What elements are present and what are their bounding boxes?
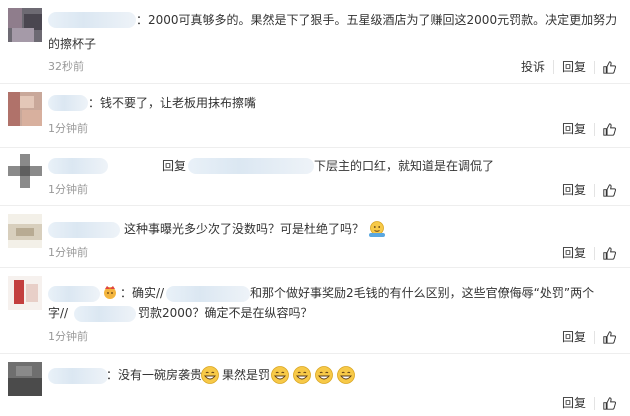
username-redacted[interactable] <box>48 158 108 174</box>
reply-button[interactable]: 回复 <box>554 330 594 344</box>
comment-text: ：2000可真够多的。果然是下了狠手。五星级酒店为了赚回这2000元罚款。决定更… <box>136 13 618 27</box>
comment-text: 果然是罚 <box>222 368 271 382</box>
username-redacted[interactable] <box>48 286 100 302</box>
grin-emoji <box>337 366 355 384</box>
username-redacted[interactable] <box>166 286 250 302</box>
avatar[interactable] <box>8 8 42 42</box>
thumbs-up-icon <box>603 330 616 344</box>
comment-item: 回复 下层主的口红，就知道是在调侃了 1分钟前 回复 <box>0 148 630 206</box>
reply-button[interactable]: 回复 <box>554 246 594 260</box>
comment-actions: 回复 <box>554 330 616 344</box>
comment-item: ：确实// 和那个做好事奖励2毛钱的有什么区别，这些官僚侮辱“处罚”两个 字//… <box>0 268 630 354</box>
username-redacted[interactable] <box>48 12 136 28</box>
comment-time: 32秒前 <box>48 60 84 73</box>
reply-button[interactable]: 回复 <box>552 60 594 74</box>
comment-item: ：钱不要了，让老板用抹布擦嘴 1分钟前 回复 <box>0 84 630 148</box>
comment-text-continued: 字// <box>48 306 69 320</box>
comment-actions: 投诉 回复 <box>513 60 616 74</box>
thumbs-up-icon <box>603 246 616 260</box>
comment-time: 1分钟前 <box>48 330 88 343</box>
avatar[interactable] <box>8 276 42 310</box>
like-button[interactable] <box>594 122 616 136</box>
comment-text: ：确实// <box>120 286 165 300</box>
username-redacted[interactable] <box>48 368 108 384</box>
comment-list: ：2000可真够多的。果然是下了狠手。五星级酒店为了赚回这2000元罚款。决定更… <box>0 0 630 416</box>
reply-button[interactable]: 回复 <box>554 183 594 197</box>
thumbs-up-icon <box>603 122 616 136</box>
avatar[interactable] <box>8 154 42 188</box>
like-button[interactable] <box>594 246 616 260</box>
thumbs-up-icon <box>603 396 616 410</box>
reply-button[interactable]: 回复 <box>554 396 594 410</box>
thumbs-up-icon <box>603 183 616 197</box>
grin-emoji <box>271 366 289 384</box>
comment-text: 下层主的口红，就知道是在调侃了 <box>314 159 495 173</box>
grin-emoji <box>315 366 333 384</box>
crown-emoji <box>104 286 116 299</box>
comment-text: 这种事曝光多少次了没数吗？可是杜绝了吗？ <box>124 222 365 236</box>
username-redacted[interactable] <box>48 222 120 238</box>
avatar[interactable] <box>8 362 42 396</box>
comment-text: ：钱不要了，让老板用抹布擦嘴 <box>88 96 257 110</box>
thumbs-up-icon <box>603 60 616 74</box>
reply-prefix: 回复 <box>162 159 187 173</box>
avatar[interactable] <box>8 92 42 126</box>
username-redacted[interactable] <box>74 306 136 322</box>
comment-actions: 回复 <box>554 122 616 136</box>
comment-text-continued: 的擦杯子 <box>48 37 97 51</box>
comment-actions: 回复 <box>554 246 616 260</box>
like-button[interactable] <box>594 183 616 197</box>
like-button[interactable] <box>594 330 616 344</box>
username-redacted[interactable] <box>188 158 314 174</box>
avatar[interactable] <box>8 214 42 248</box>
comment-time: 1分钟前 <box>48 246 88 259</box>
reply-button[interactable]: 回复 <box>554 122 594 136</box>
comment-actions: 回复 <box>554 396 616 410</box>
comment-text: 和那个做好事奖励2毛钱的有什么区别，这些官僚侮辱“处罚”两个 <box>250 286 595 300</box>
like-button[interactable] <box>594 60 616 74</box>
grin-emoji <box>293 366 311 384</box>
grin-emoji <box>201 366 219 384</box>
report-button[interactable]: 投诉 <box>513 60 553 74</box>
comment-item: ：没有一碗房袭贵 果然是罚 回复 <box>0 354 630 416</box>
comment-item: 这种事曝光多少次了没数吗？可是杜绝了吗？ 1分钟前 回复 <box>0 206 630 268</box>
comment-item: ：2000可真够多的。果然是下了狠手。五星级酒店为了赚回这2000元罚款。决定更… <box>0 0 630 84</box>
comment-text: ：没有一碗房袭贵 <box>106 368 203 382</box>
comment-time: 1分钟前 <box>48 122 88 135</box>
comment-time: 1分钟前 <box>48 183 88 196</box>
shrug-emoji <box>369 221 385 237</box>
comment-actions: 回复 <box>554 183 616 197</box>
like-button[interactable] <box>594 396 616 410</box>
username-redacted[interactable] <box>48 95 88 111</box>
comment-text-continued: 罚款2000？确定不是在纵容吗？ <box>138 306 313 320</box>
